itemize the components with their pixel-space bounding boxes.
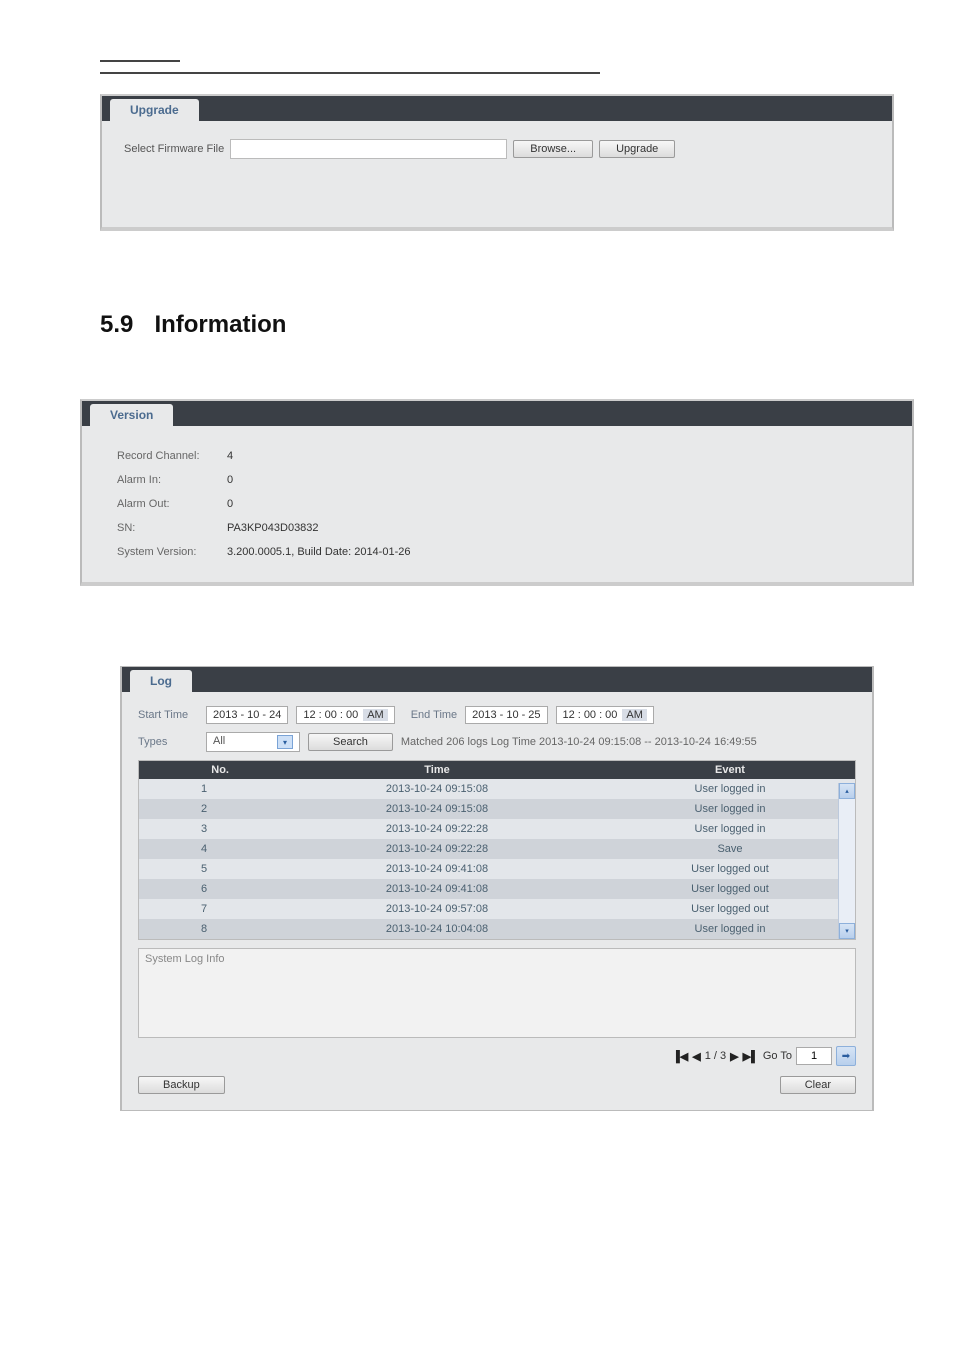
version-panel-header: Version — [82, 401, 912, 426]
system-log-info-box: System Log Info — [138, 948, 856, 1038]
cell-no: 8 — [139, 919, 269, 939]
matched-logs-text: Matched 206 logs Log Time 2013-10-24 09:… — [401, 736, 757, 748]
upgrade-panel: Upgrade Select Firmware File Browse... U… — [100, 94, 894, 231]
version-row: Record Channel: 4 — [117, 444, 890, 468]
pager-last-icon[interactable]: ▶▌ — [743, 1050, 759, 1063]
cell-no: 4 — [139, 839, 269, 859]
section-number: 5.9 — [100, 311, 133, 338]
goto-button[interactable]: ➡ — [836, 1046, 856, 1066]
cell-event: User logged in — [605, 799, 855, 819]
record-channel-value: 4 — [227, 450, 233, 462]
alarm-in-value: 0 — [227, 474, 233, 486]
alarm-in-label: Alarm In: — [117, 474, 227, 486]
cell-no: 2 — [139, 799, 269, 819]
scrollbar[interactable]: ▴ ▾ — [838, 783, 855, 939]
cell-event: User logged out — [605, 879, 855, 899]
cell-no: 7 — [139, 899, 269, 919]
types-label: Types — [138, 736, 198, 748]
version-row: System Version: 3.200.0005.1, Build Date… — [117, 540, 890, 564]
cell-time: 2013-10-24 09:15:08 — [269, 779, 605, 799]
record-channel-label: Record Channel: — [117, 450, 227, 462]
scroll-up-icon[interactable]: ▴ — [839, 783, 855, 799]
cell-event: User logged in — [605, 819, 855, 839]
types-value: All — [213, 735, 225, 749]
cell-time: 2013-10-24 10:04:08 — [269, 919, 605, 939]
table-row[interactable]: 62013-10-24 09:41:08User logged out — [139, 879, 855, 899]
cell-event: User logged out — [605, 859, 855, 879]
log-panel: Log Start Time 2013- 10- 24 12: 00: 00 A… — [120, 666, 874, 1111]
system-version-value: 3.200.0005.1, Build Date: 2014-01-26 — [227, 546, 410, 558]
cell-no: 5 — [139, 859, 269, 879]
table-row[interactable]: 22013-10-24 09:15:08User logged in — [139, 799, 855, 819]
cell-time: 2013-10-24 09:15:08 — [269, 799, 605, 819]
browse-button[interactable]: Browse... — [513, 140, 593, 158]
backup-button[interactable]: Backup — [138, 1076, 225, 1094]
log-tab[interactable]: Log — [130, 670, 192, 692]
version-row: SN: PA3KP043D03832 — [117, 516, 890, 540]
start-time-label: Start Time — [138, 709, 198, 721]
cell-no: 3 — [139, 819, 269, 839]
upgrade-panel-header: Upgrade — [102, 96, 892, 121]
col-no-header: No. — [139, 761, 269, 779]
version-panel: Version Record Channel: 4 Alarm In: 0 Al… — [80, 399, 914, 586]
sn-label: SN: — [117, 522, 227, 534]
upgrade-tab[interactable]: Upgrade — [110, 99, 199, 121]
version-tab[interactable]: Version — [90, 404, 173, 426]
goto-label: Go To — [763, 1050, 792, 1062]
cell-event: Save — [605, 839, 855, 859]
system-log-info-label: System Log Info — [145, 953, 225, 965]
table-row[interactable]: 42013-10-24 09:22:28Save — [139, 839, 855, 859]
sn-value: PA3KP043D03832 — [227, 522, 319, 534]
alarm-out-value: 0 — [227, 498, 233, 510]
col-event-header: Event — [605, 761, 855, 779]
section-heading: 5.9 Information — [100, 311, 954, 339]
table-row[interactable]: 32013-10-24 09:22:28User logged in — [139, 819, 855, 839]
cell-time: 2013-10-24 09:41:08 — [269, 879, 605, 899]
version-row: Alarm In: 0 — [117, 468, 890, 492]
alarm-out-label: Alarm Out: — [117, 498, 227, 510]
log-table: No. Time Event 12013-10-24 09:15:08User … — [138, 760, 856, 940]
table-row[interactable]: 72013-10-24 09:57:08User logged out — [139, 899, 855, 919]
cell-time: 2013-10-24 09:41:08 — [269, 859, 605, 879]
pager: ▐◀ ◀ 1 / 3 ▶ ▶▌ Go To ➡ — [138, 1046, 856, 1066]
version-row: Alarm Out: 0 — [117, 492, 890, 516]
cell-time: 2013-10-24 09:22:28 — [269, 839, 605, 859]
start-time-input[interactable]: 12: 00: 00 AM — [296, 706, 394, 724]
table-row[interactable]: 52013-10-24 09:41:08User logged out — [139, 859, 855, 879]
firmware-file-input[interactable] — [230, 139, 507, 159]
log-panel-header: Log — [122, 667, 872, 692]
cell-event: User logged in — [605, 919, 855, 939]
pager-page-text: 1 / 3 — [705, 1050, 726, 1062]
chevron-down-icon: ▾ — [277, 735, 293, 749]
clear-button[interactable]: Clear — [780, 1076, 856, 1094]
section-title: Information — [154, 311, 286, 338]
start-date-input[interactable]: 2013- 10- 24 — [206, 706, 288, 724]
cell-time: 2013-10-24 09:57:08 — [269, 899, 605, 919]
short-rule — [100, 60, 180, 62]
system-version-label: System Version: — [117, 546, 227, 558]
col-time-header: Time — [269, 761, 605, 779]
pager-next-icon[interactable]: ▶ — [730, 1050, 738, 1063]
end-time-label: End Time — [411, 709, 457, 721]
long-rule — [100, 72, 600, 74]
types-select[interactable]: All ▾ — [206, 732, 300, 752]
pager-first-icon[interactable]: ▐◀ — [672, 1050, 688, 1063]
cell-time: 2013-10-24 09:22:28 — [269, 819, 605, 839]
cell-no: 1 — [139, 779, 269, 799]
end-time-input[interactable]: 12: 00: 00 AM — [556, 706, 654, 724]
end-date-input[interactable]: 2013- 10- 25 — [465, 706, 547, 724]
cell-no: 6 — [139, 879, 269, 899]
firmware-file-label: Select Firmware File — [124, 143, 224, 155]
table-row[interactable]: 82013-10-24 10:04:08User logged in — [139, 919, 855, 939]
cell-event: User logged in — [605, 779, 855, 799]
search-button[interactable]: Search — [308, 733, 393, 751]
cell-event: User logged out — [605, 899, 855, 919]
header-lines — [100, 60, 954, 74]
upgrade-button[interactable]: Upgrade — [599, 140, 675, 158]
goto-input[interactable] — [796, 1047, 832, 1065]
table-row[interactable]: 12013-10-24 09:15:08User logged in — [139, 779, 855, 799]
pager-prev-icon[interactable]: ◀ — [692, 1050, 700, 1063]
scroll-down-icon[interactable]: ▾ — [839, 923, 855, 939]
